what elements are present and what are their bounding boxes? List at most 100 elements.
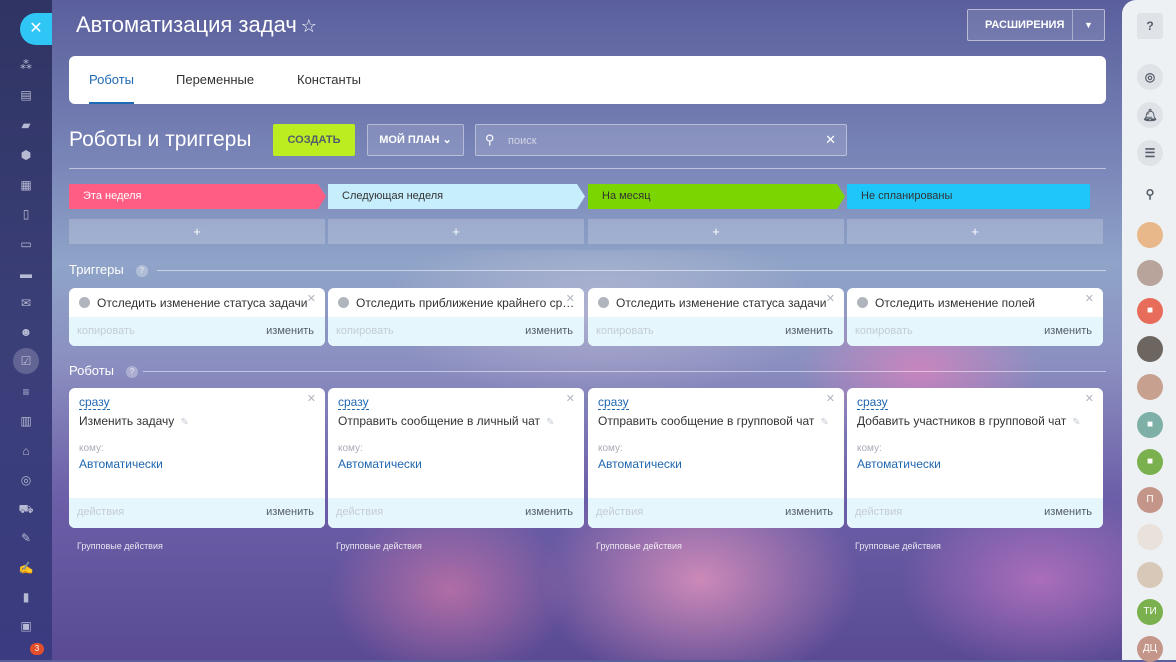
store-icon[interactable]: ⌂ [18, 444, 34, 458]
trigger-card[interactable]: Отследить изменение статуса задачи ✕ коп… [588, 288, 844, 346]
add-button[interactable]: + [328, 219, 584, 244]
copy-link[interactable]: копировать [855, 317, 913, 346]
delete-icon[interactable]: ✕ [1085, 292, 1094, 305]
group-actions-link[interactable]: Групповые действия [855, 541, 941, 551]
target-icon[interactable]: ◎ [18, 473, 34, 487]
delete-icon[interactable]: ✕ [826, 392, 835, 405]
add-button[interactable]: + [69, 219, 325, 244]
documents-icon[interactable]: ▯ [18, 207, 34, 221]
robot-card[interactable]: сразу ✕ Изменить задачу ✎ кому: Автоматич… [69, 388, 325, 528]
avatar[interactable] [1137, 260, 1163, 286]
trigger-card[interactable]: Отследить изменение полей ✕ копировать из… [847, 288, 1103, 346]
messages-icon[interactable]: ☰ [1137, 140, 1163, 166]
copy-link[interactable]: копировать [77, 317, 135, 346]
tab-variables[interactable]: Переменные [176, 56, 254, 104]
avatar[interactable] [1137, 336, 1163, 362]
search-input[interactable] [508, 131, 808, 151]
delete-icon[interactable]: ✕ [566, 292, 575, 305]
delete-icon[interactable]: ✕ [307, 292, 316, 305]
edit-doc-icon[interactable]: ✎ [18, 531, 34, 545]
robot-delay-link[interactable]: сразу [79, 395, 110, 410]
video-chat-icon[interactable]: ■ [1137, 412, 1163, 438]
help-icon[interactable]: ? [1137, 13, 1163, 39]
calendar-icon[interactable]: ▦ [18, 178, 34, 192]
filter-icon[interactable]: ≡ [18, 385, 34, 399]
schedule-icon[interactable]: ▥ [18, 414, 34, 428]
create-button[interactable]: СОЗДАТЬ [273, 124, 355, 156]
add-button[interactable]: + [588, 219, 844, 244]
delete-icon[interactable]: ✕ [826, 292, 835, 305]
robot-delay-link[interactable]: сразу [857, 395, 888, 410]
avatar[interactable]: ТИ [1137, 599, 1163, 625]
search-icon[interactable]: ⚲ [1137, 181, 1163, 207]
edit-link[interactable]: изменить [525, 317, 573, 346]
cart-icon[interactable]: ⛟ [18, 502, 34, 516]
group-actions-link[interactable]: Групповые действия [596, 541, 682, 551]
edit-link[interactable]: изменить [1044, 498, 1092, 527]
robot-name: Отправить сообщение в групповой чат [598, 414, 815, 428]
extensions-button[interactable]: РАСШИРЕНИЯ ▼ [967, 9, 1105, 41]
avatar[interactable]: ДЦ [1137, 636, 1163, 662]
tab-constants[interactable]: Константы [297, 56, 361, 104]
help-icon[interactable]: ? [135, 265, 148, 277]
analytics-icon[interactable]: ▮ [18, 590, 34, 604]
feed-icon[interactable]: ⁂ [18, 58, 34, 72]
robot-card[interactable]: сразу ✕ Добавить участников в групповой … [847, 388, 1103, 528]
pencil-icon[interactable]: ✎ [820, 417, 828, 428]
copy-link[interactable]: копировать [596, 317, 654, 346]
edit-link[interactable]: изменить [266, 317, 314, 346]
pencil-icon[interactable]: ✎ [180, 417, 188, 428]
robot-card[interactable]: сразу ✕ Отправить сообщение в личный чат… [328, 388, 584, 528]
trigger-icon [79, 297, 90, 308]
video-chat-icon[interactable]: ■ [1137, 298, 1163, 324]
avatar[interactable] [1137, 524, 1163, 550]
activity-icon[interactable]: ◎ [1137, 64, 1163, 90]
edit-link[interactable]: изменить [785, 317, 833, 346]
avatar[interactable]: П [1137, 487, 1163, 513]
edit-link[interactable]: изменить [1044, 317, 1092, 346]
pencil-icon[interactable]: ✎ [546, 417, 554, 428]
clear-search-icon[interactable]: ✕ [825, 132, 836, 148]
drive-icon[interactable]: ▬ [18, 267, 34, 281]
close-menu-button[interactable]: ✕ [20, 13, 52, 45]
actions-link[interactable]: действия [596, 498, 643, 527]
tasks-icon[interactable]: ☑ [13, 348, 39, 374]
news-icon[interactable]: ▤ [18, 88, 34, 102]
mail-icon[interactable]: ✉ [18, 296, 34, 310]
avatar[interactable] [1137, 562, 1163, 588]
add-button[interactable]: + [847, 219, 1103, 244]
delete-icon[interactable]: ✕ [566, 392, 575, 405]
signature-icon[interactable]: ✍ [18, 561, 34, 575]
bell-icon[interactable]: 🔔︎ [1137, 102, 1163, 128]
robot-delay-link[interactable]: сразу [598, 395, 629, 410]
robot-delay-link[interactable]: сразу [338, 395, 369, 410]
avatar[interactable] [1137, 222, 1163, 248]
actions-link[interactable]: действия [77, 498, 124, 527]
tab-robots[interactable]: Роботы [89, 56, 135, 104]
contacts-icon[interactable]: ☻ [18, 325, 34, 339]
card-icon[interactable]: ▣ [18, 619, 34, 633]
edit-link[interactable]: изменить [525, 498, 573, 527]
edit-link[interactable]: изменить [785, 498, 833, 527]
actions-link[interactable]: действия [855, 498, 902, 527]
star-icon[interactable]: ☆ [301, 16, 317, 36]
video-chat-icon[interactable]: ■ [1137, 449, 1163, 475]
my-plan-dropdown[interactable]: МОЙ ПЛАН ⌄ [367, 124, 464, 156]
delete-icon[interactable]: ✕ [1085, 392, 1094, 405]
actions-link[interactable]: действия [336, 498, 383, 527]
chevron-down-icon[interactable]: ▼ [1072, 10, 1104, 40]
board-icon[interactable]: ▭ [18, 237, 34, 251]
help-icon[interactable]: ? [126, 366, 139, 378]
trigger-card[interactable]: Отследить изменение статуса задачи ✕ коп… [69, 288, 325, 346]
copy-link[interactable]: копировать [336, 317, 394, 346]
trigger-card[interactable]: Отследить приближение крайнего срока ✕ к… [328, 288, 584, 346]
delete-icon[interactable]: ✕ [307, 392, 316, 405]
robot-card[interactable]: сразу ✕ Отправить сообщение в групповой … [588, 388, 844, 528]
group-actions-link[interactable]: Групповые действия [336, 541, 422, 551]
avatar[interactable] [1137, 374, 1163, 400]
chat-icon[interactable]: ▰ [18, 118, 34, 132]
pencil-icon[interactable]: ✎ [1072, 417, 1080, 428]
edit-link[interactable]: изменить [266, 498, 314, 527]
group-actions-link[interactable]: Групповые действия [77, 541, 163, 551]
groups-icon[interactable]: ⬢ [18, 148, 34, 162]
